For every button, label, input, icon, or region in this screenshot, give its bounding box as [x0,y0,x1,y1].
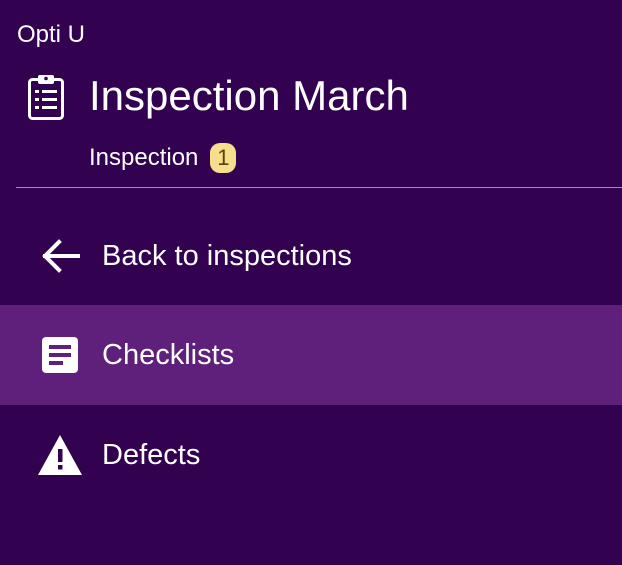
nav-label-defects: Defects [102,439,201,471]
app-name: Opti U [17,21,86,48]
inspection-subtitle: Inspection 1 [89,141,237,175]
page-title: Inspection March [89,72,409,119]
defects-item[interactable]: Defects [0,405,622,505]
subtitle-label: Inspection [89,144,199,171]
clipboard-list-icon [27,73,65,121]
header-divider [16,187,622,188]
document-text-icon [37,332,83,378]
warning-triangle-icon [37,432,83,478]
nav-label-checklists: Checklists [102,339,235,371]
checklists-item[interactable]: Checklists [0,305,622,405]
back-to-inspections-item[interactable]: Back to inspections [0,206,622,306]
arrow-left-icon [37,233,83,279]
count-badge: 1 [210,143,237,173]
nav-label-back: Back to inspections [102,240,352,272]
